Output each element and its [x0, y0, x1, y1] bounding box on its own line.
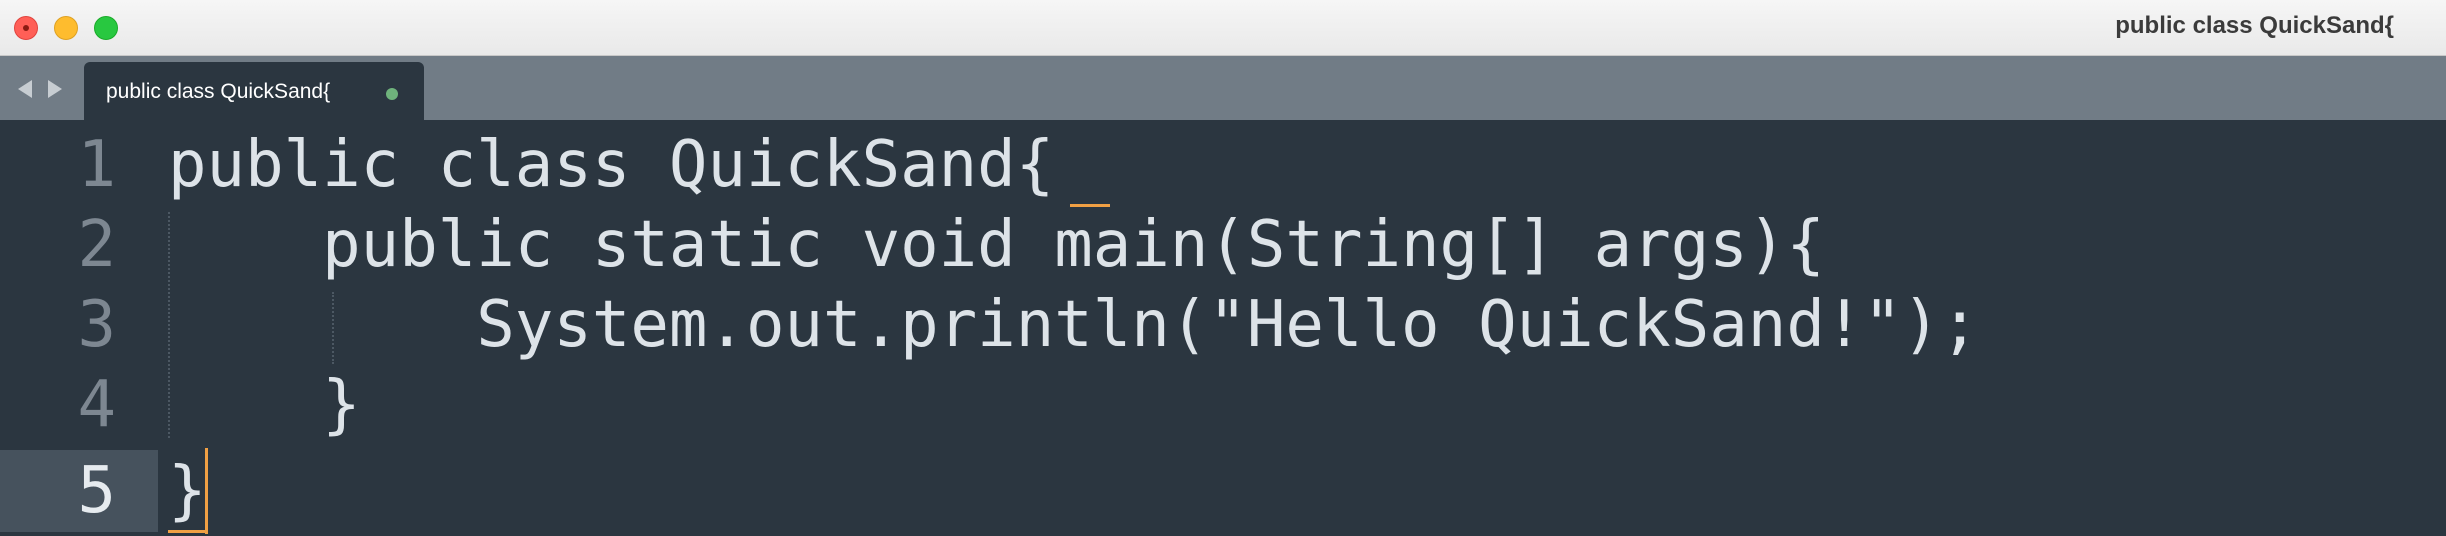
maximize-window-button[interactable]: [94, 16, 118, 40]
code-text: }: [168, 368, 361, 442]
code-text: public static void main(String[] args){: [168, 208, 1825, 282]
code-text: System.out.println("Hello QuickSand!");: [168, 288, 1979, 362]
chevron-right-icon[interactable]: [48, 80, 62, 98]
text-caret: [205, 448, 208, 534]
line-number: 2: [77, 208, 116, 282]
code-line-4[interactable]: 4 }: [0, 364, 2446, 446]
unsaved-dot-icon[interactable]: [386, 88, 398, 100]
code-text: }: [168, 454, 207, 528]
tab-label: public class QuickSand{: [106, 80, 331, 103]
matching-bracket-marker: [168, 530, 208, 533]
line-number: 3: [77, 288, 116, 362]
title-bar: public class QuickSand{: [0, 0, 2446, 56]
window-title: public class QuickSand{: [2115, 12, 2394, 39]
matching-bracket-marker: [1070, 204, 1110, 207]
tab-strip: public class QuickSand{: [0, 56, 2446, 120]
code-line-2[interactable]: 2 public static void main(String[] args)…: [0, 204, 2446, 286]
minimize-window-button[interactable]: [54, 16, 78, 40]
code-line-5[interactable]: 5 }: [0, 450, 2446, 532]
close-window-button[interactable]: [14, 16, 38, 40]
line-number: 4: [77, 368, 116, 442]
chevron-left-icon[interactable]: [18, 80, 32, 98]
code-editor[interactable]: 1 public class QuickSand{ 2 public stati…: [0, 120, 2446, 536]
code-text: public class QuickSand{: [168, 128, 1055, 202]
tab-quicksand[interactable]: public class QuickSand{: [84, 62, 424, 120]
code-line-1[interactable]: 1 public class QuickSand{: [0, 124, 2446, 206]
line-number: 5: [77, 454, 116, 528]
code-line-3[interactable]: 3 System.out.println("Hello QuickSand!")…: [0, 284, 2446, 366]
line-number: 1: [77, 128, 116, 202]
editor-window: public class QuickSand{ public class Qui…: [0, 0, 2446, 536]
